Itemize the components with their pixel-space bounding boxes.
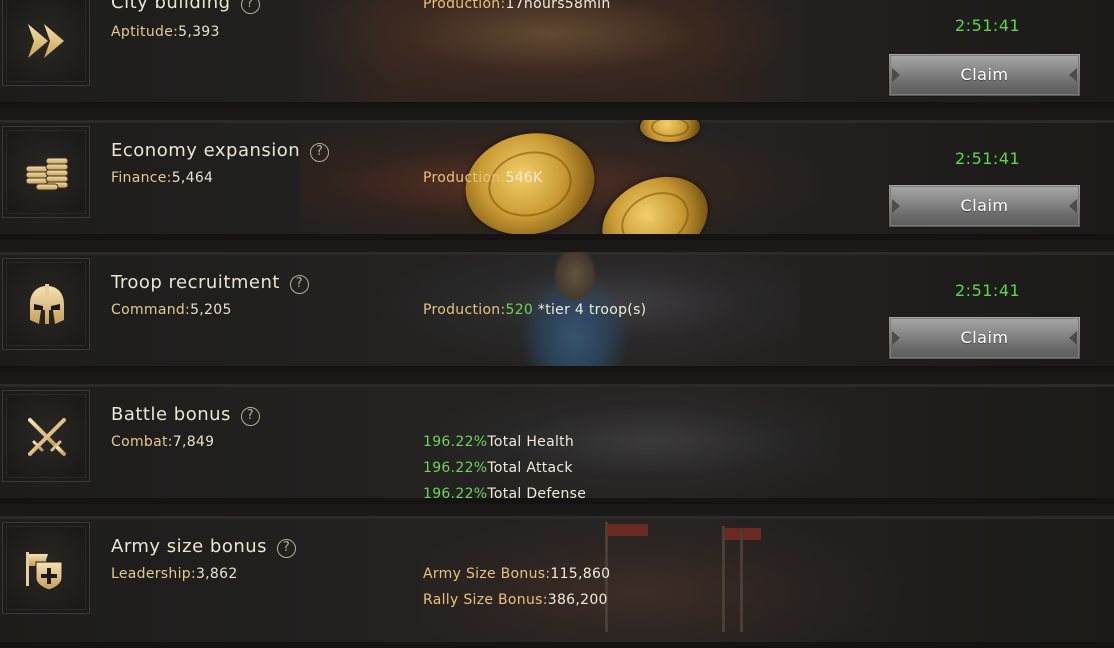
helmet-icon <box>30 284 64 324</box>
help-icon[interactable]: ? <box>289 275 309 294</box>
row-divider <box>0 516 1114 519</box>
production-text: Production:520 *tier 4 troop(s) <box>423 302 647 318</box>
troop-recruitment-row: Troop recruitment? Command:5,205 Product… <box>0 252 1114 372</box>
battle-bonus-row: Battle bonus? Combat:7,849 196.22%Total … <box>0 384 1114 504</box>
row-stat: Command:5,205 <box>111 302 232 318</box>
claim-button[interactable]: Claim <box>888 316 1081 360</box>
fast-forward-icon <box>28 24 64 58</box>
production-text: Production:17hours58min <box>423 0 611 12</box>
army-size-bonus-row: Army size bonus? Leadership:3,862 Army S… <box>0 516 1114 648</box>
rally-size-bonus: Rally Size Bonus:386,200 <box>423 592 608 608</box>
crossed-swords-icon <box>28 418 66 456</box>
city-building-row: City building? Aptitude:5,393 Production… <box>0 0 1114 108</box>
row-stat: Combat:7,849 <box>111 434 215 450</box>
help-icon[interactable]: ? <box>240 0 260 14</box>
banner-pole <box>722 526 725 632</box>
row-stat: Finance:5,464 <box>111 170 214 186</box>
coin-decoration <box>640 120 700 142</box>
economy-expansion-row: Economy expansion? Finance:5,464 Product… <box>0 120 1114 240</box>
help-icon[interactable]: ? <box>310 143 330 162</box>
row-divider <box>0 384 1114 387</box>
battle-icon-box <box>2 390 90 482</box>
army-flags-icon <box>26 552 63 591</box>
row-title: Troop recruitment? <box>111 272 309 294</box>
claim-button[interactable]: Claim <box>888 53 1081 97</box>
row-stat: Leadership:3,862 <box>111 566 238 582</box>
row-title: Economy expansion? <box>111 140 330 162</box>
countdown-timer: 2:51:41 <box>955 281 1021 300</box>
claim-button[interactable]: Claim <box>888 184 1081 228</box>
bonus-defense: 196.22%Total Defense <box>423 486 587 502</box>
coin-stack-icon <box>25 157 69 191</box>
row-title: City building? <box>111 0 260 14</box>
army-icon-box <box>2 522 90 614</box>
economy-icon-box <box>2 126 90 218</box>
city-building-icon-box <box>2 0 90 86</box>
production-text: Production:546K <box>423 170 543 186</box>
army-size-bonus: Army Size Bonus:115,860 <box>423 566 611 582</box>
banner-pole <box>740 530 743 632</box>
coin-decoration <box>588 160 722 240</box>
banner-flag <box>725 528 761 540</box>
banner-flag <box>608 524 648 536</box>
row-title: Army size bonus? <box>111 536 297 558</box>
countdown-timer: 2:51:41 <box>955 149 1021 168</box>
hall-backdrop <box>290 0 810 102</box>
troop-icon-box <box>2 258 90 350</box>
row-stat: Aptitude:5,393 <box>111 24 220 40</box>
help-icon[interactable]: ? <box>277 539 297 558</box>
row-divider <box>0 120 1114 123</box>
row-title: Battle bonus? <box>111 404 260 426</box>
countdown-timer: 2:51:41 <box>955 16 1021 35</box>
development-list: City building? Aptitude:5,393 Production… <box>0 0 1114 648</box>
bonus-attack: 196.22%Total Attack <box>423 460 573 476</box>
help-icon[interactable]: ? <box>240 407 260 426</box>
bonus-health: 196.22%Total Health <box>423 434 575 450</box>
